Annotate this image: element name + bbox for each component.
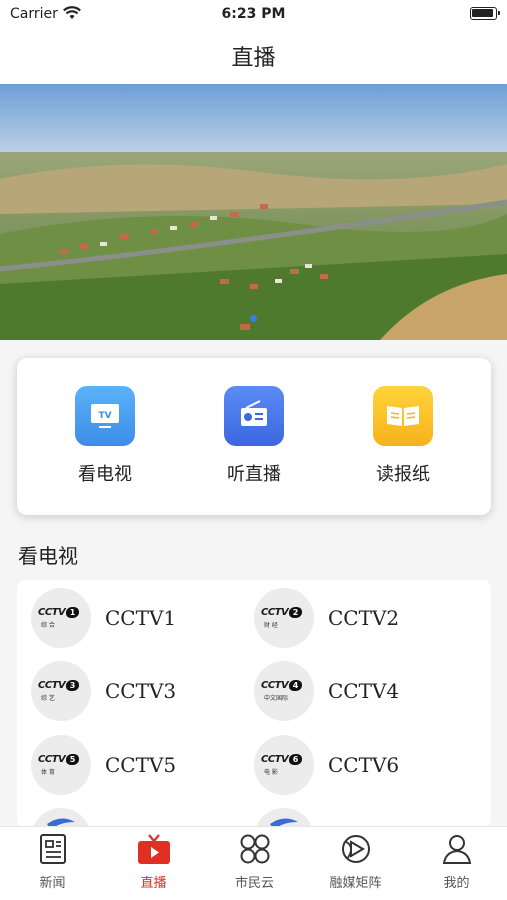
logo-subtitle: 综 艺: [41, 695, 55, 702]
banner-landscape-image: [0, 84, 507, 340]
tab-label: 新闻: [39, 876, 66, 891]
logo-number: 4: [289, 680, 302, 691]
cctv1-logo: CCTV 1 综 合: [31, 588, 91, 648]
logo-subtitle: 中文国际: [264, 695, 289, 702]
tab-label: 融媒矩阵: [329, 876, 382, 891]
news-icon: [39, 834, 66, 864]
channel-logo: [254, 808, 314, 828]
radio-icon: [224, 386, 284, 446]
quick-actions-card: TV 看电视 听直播 读报纸: [17, 358, 491, 515]
banner-carousel[interactable]: [0, 84, 507, 340]
channel-name: CCTV4: [328, 679, 400, 703]
channel-item-cctv3[interactable]: CCTV 3 综 艺 CCTV3: [17, 661, 247, 723]
section-title: 看电视: [18, 544, 78, 568]
logo-number: 6: [289, 754, 302, 765]
tab-label: 我的: [443, 876, 470, 891]
channel-name: CCTV6: [328, 753, 400, 777]
channel-name: CCTV3: [105, 679, 177, 703]
logo-subtitle: 体 育: [41, 769, 55, 776]
cctv6-logo: CCTV 6 电 影: [254, 735, 314, 795]
tab-news[interactable]: 新闻: [2, 833, 103, 891]
media-matrix-icon: [341, 835, 370, 863]
channel-item-cctv4[interactable]: CCTV 4 中文国际 CCTV4: [240, 661, 470, 723]
logo-text: CCTV: [261, 754, 289, 765]
tab-bar: 新闻 直播 市民云 融媒矩阵 我的: [0, 826, 507, 900]
logo-number: 1: [66, 607, 79, 618]
tab-label: 直播: [140, 876, 167, 891]
page-title: 直播: [231, 46, 276, 71]
logo-text: CCTV: [38, 754, 66, 765]
channel-item-cctv2[interactable]: CCTV 2 财 经 CCTV2: [240, 588, 470, 650]
cctv2-logo: CCTV 2 财 经: [254, 588, 314, 648]
channel-item-partial[interactable]: [240, 808, 470, 828]
logo-text: CCTV: [261, 607, 289, 618]
tab-citizen-cloud[interactable]: 市民云: [204, 833, 305, 891]
tv-icon: TV: [75, 386, 135, 446]
logo-number: 2: [289, 607, 302, 618]
quick-action-listen-live[interactable]: 听直播: [189, 386, 319, 486]
quick-action-watch-tv[interactable]: TV 看电视: [40, 386, 170, 486]
quick-action-read-newspaper[interactable]: 读报纸: [338, 386, 468, 486]
logo-text: CCTV: [38, 607, 66, 618]
channel-name: CCTV1: [105, 606, 177, 630]
channel-list: CCTV 1 综 合 CCTV1 CCTV 2 财 经 CCTV2 CCTV 3…: [17, 580, 491, 828]
tab-media-matrix[interactable]: 融媒矩阵: [305, 833, 406, 891]
logo-subtitle: 综 合: [41, 622, 55, 629]
channel-item-cctv5[interactable]: CCTV 5 体 育 CCTV5: [17, 735, 247, 797]
channel-item-cctv1[interactable]: CCTV 1 综 合 CCTV1: [17, 588, 247, 650]
tab-profile[interactable]: 我的: [406, 833, 507, 891]
cctv3-logo: CCTV 3 综 艺: [31, 661, 91, 721]
logo-number: 5: [66, 754, 79, 765]
logo-text: CCTV: [261, 680, 289, 691]
battery-icon: [470, 7, 500, 20]
logo-text: CCTV: [38, 680, 66, 691]
quick-action-label: 听直播: [227, 464, 281, 485]
channel-name: CCTV5: [105, 753, 177, 777]
logo-subtitle: 财 经: [264, 622, 278, 629]
carousel-indicator[interactable]: [0, 307, 507, 326]
live-tv-icon: [137, 834, 170, 864]
clock: 6:23 PM: [221, 6, 286, 22]
channel-name: CCTV2: [328, 606, 400, 630]
tab-label: 市民云: [234, 876, 274, 891]
status-bar: Carrier 6:23 PM: [0, 0, 507, 28]
channel-item-partial[interactable]: [17, 808, 247, 828]
nav-bar: 直播: [0, 28, 507, 84]
quick-action-label: 看电视: [78, 464, 132, 485]
logo-subtitle: 电 影: [264, 769, 278, 776]
tab-live[interactable]: 直播: [103, 833, 204, 891]
cctv4-logo: CCTV 4 中文国际: [254, 661, 314, 721]
apps-grid-icon: [240, 834, 269, 864]
newspaper-icon: [373, 386, 433, 446]
channel-logo: [31, 808, 91, 828]
quick-action-label: 读报纸: [376, 464, 430, 485]
cctv5-logo: CCTV 5 体 育: [31, 735, 91, 795]
profile-icon: [442, 835, 471, 864]
logo-number: 3: [66, 680, 79, 691]
svg-text:TV: TV: [98, 411, 111, 421]
channel-item-cctv6[interactable]: CCTV 6 电 影 CCTV6: [240, 735, 470, 797]
